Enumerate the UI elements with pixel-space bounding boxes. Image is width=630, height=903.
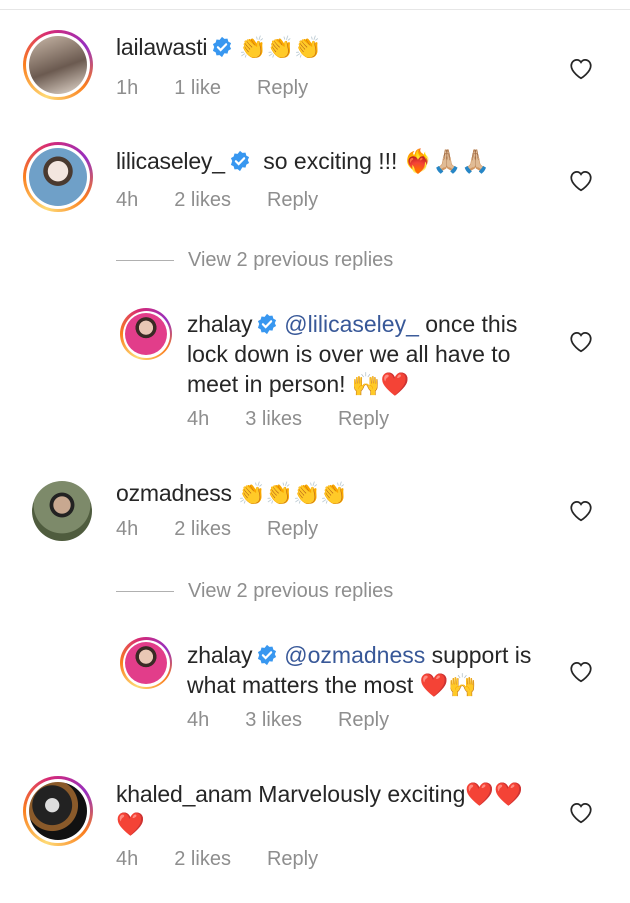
- view-replies-label[interactable]: View 2 previous replies: [188, 580, 393, 603]
- reply-button[interactable]: Reply: [267, 518, 318, 540]
- reply-button[interactable]: Reply: [257, 77, 308, 99]
- reply-time: 4h: [187, 408, 210, 430]
- comment-text: 👏👏👏: [239, 35, 322, 60]
- username[interactable]: lailawasti: [116, 34, 208, 60]
- avatar[interactable]: [23, 776, 93, 846]
- likes-count[interactable]: 3 likes: [245, 408, 302, 430]
- comment-item: lilicaseley_ so exciting !!! ❤️‍🔥🙏🏼🙏🏼 4h…: [0, 142, 630, 222]
- comment-item: ozmadness 👏👏👏👏 4h 2 likes Reply: [0, 476, 630, 556]
- reply-time: 4h: [187, 709, 210, 731]
- heart-outline-icon[interactable]: [568, 56, 594, 80]
- likes-count[interactable]: 2 likes: [174, 189, 231, 211]
- comment-text: so exciting !!! ❤️‍🔥🙏🏼🙏🏼: [263, 148, 490, 174]
- avatar[interactable]: [23, 142, 93, 212]
- view-previous-replies[interactable]: View 2 previous replies: [116, 249, 393, 272]
- reply-button[interactable]: Reply: [338, 408, 389, 430]
- reply-item: zhalay @lilicaseley_ once this lock down …: [0, 306, 630, 436]
- divider: [116, 591, 174, 592]
- likes-count[interactable]: 2 likes: [174, 848, 231, 870]
- top-divider: [0, 9, 630, 10]
- comment-time: 4h: [116, 189, 139, 211]
- username[interactable]: zhalay: [187, 311, 252, 337]
- username[interactable]: ozmadness: [116, 480, 232, 506]
- likes-count[interactable]: 3 likes: [245, 709, 302, 731]
- comment-time: 1h: [116, 77, 139, 99]
- verified-badge-icon: [258, 313, 277, 335]
- avatar[interactable]: [120, 637, 172, 689]
- heart-outline-icon[interactable]: [568, 800, 594, 824]
- reply-button[interactable]: Reply: [267, 848, 318, 870]
- avatar[interactable]: [27, 476, 97, 546]
- verified-badge-icon: [258, 644, 277, 666]
- likes-count[interactable]: 2 likes: [174, 518, 231, 540]
- avatar[interactable]: [23, 30, 93, 100]
- reply-item: zhalay @ozmadness support is what matters…: [0, 637, 630, 737]
- verified-badge-icon: [230, 150, 249, 172]
- username[interactable]: zhalay: [187, 642, 252, 668]
- verified-badge-icon: [213, 36, 232, 58]
- heart-outline-icon[interactable]: [568, 168, 594, 192]
- likes-count[interactable]: 1 like: [174, 77, 221, 99]
- heart-outline-icon[interactable]: [568, 659, 594, 683]
- comment-time: 4h: [116, 518, 139, 540]
- view-replies-label[interactable]: View 2 previous replies: [188, 249, 393, 272]
- reply-button[interactable]: Reply: [338, 709, 389, 731]
- mention-link[interactable]: @ozmadness: [284, 642, 425, 668]
- comment-item: lailawasti 👏👏👏 1h 1 like Reply: [0, 30, 630, 110]
- username[interactable]: khaled_anam: [116, 781, 252, 807]
- divider: [116, 260, 174, 261]
- heart-outline-icon[interactable]: [568, 329, 594, 353]
- reply-button[interactable]: Reply: [267, 189, 318, 211]
- comment-item: khaled_anam Marvelously exciting❤️❤️❤️ 4…: [0, 776, 630, 886]
- view-previous-replies[interactable]: View 2 previous replies: [116, 580, 393, 603]
- heart-outline-icon[interactable]: [568, 498, 594, 522]
- username[interactable]: lilicaseley_: [116, 148, 225, 174]
- mention-link[interactable]: @lilicaseley_: [284, 311, 419, 337]
- comment-text: 👏👏👏👏: [238, 481, 348, 506]
- comment-time: 4h: [116, 848, 139, 870]
- avatar[interactable]: [120, 308, 172, 360]
